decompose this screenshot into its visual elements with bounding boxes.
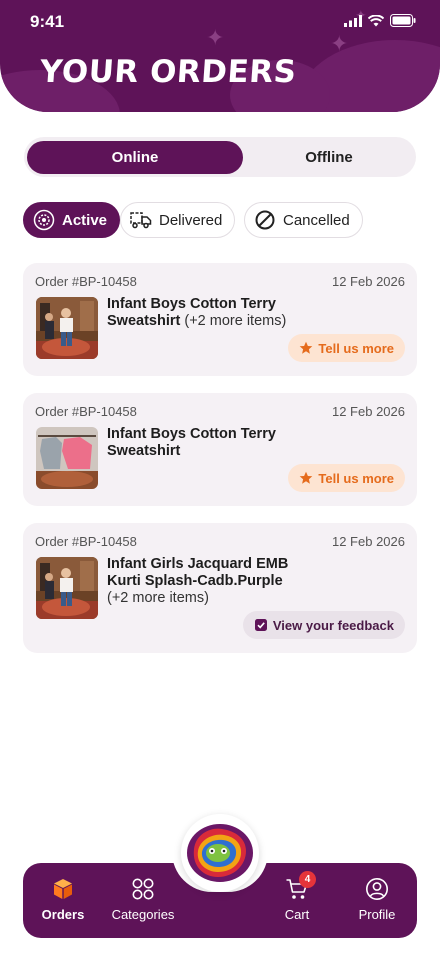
wifi-icon: [368, 14, 384, 26]
tell-us-more-label: Tell us more: [318, 470, 394, 486]
check-square-icon: [254, 619, 267, 631]
nav-categories[interactable]: Categories: [103, 877, 183, 922]
filter-delivered[interactable]: Delivered: [120, 202, 236, 238]
filter-cancelled-label: Cancelled: [283, 211, 350, 229]
toggle-offline[interactable]: Offline: [244, 141, 414, 174]
order-date: 12 Feb 2026: [331, 404, 405, 419]
filter-delivered-label: Delivered: [159, 211, 223, 229]
header-banner: ✦ ✦ ✦ 9:41 YOUR ORDERS: [0, 0, 440, 112]
channel-toggle: Online Offline: [24, 137, 416, 177]
battery-icon: [390, 14, 416, 27]
order-number: Order #BP-10458: [35, 534, 137, 549]
filter-active[interactable]: Active: [23, 202, 121, 238]
order-card[interactable]: Order #BP-10458 12 Feb 2026 Infant Girls…: [23, 523, 417, 653]
order-card[interactable]: Order #BP-10458 12 Feb 2026 Infant Boys …: [23, 263, 417, 376]
product-name: Infant Girls Jacquard EMB Kurti Splash-C…: [107, 556, 289, 589]
product-name: Infant Boys Cotton Terry Sweatshirt: [107, 426, 276, 459]
view-feedback-button[interactable]: View your feedback: [242, 611, 405, 639]
star-icon: [300, 471, 313, 484]
product-title: Infant Boys Cotton Terry Sweatshirt: [107, 426, 317, 460]
more-items: (+2 more items): [107, 590, 209, 606]
nav-cart-label: Cart: [284, 907, 310, 922]
order-card[interactable]: Order #BP-10458 12 Feb 2026 Infant Boys …: [23, 393, 417, 506]
filter-active-label: Active: [62, 211, 108, 229]
order-number: Order #BP-10458: [35, 404, 137, 419]
brand-logo: [187, 824, 253, 882]
order-number: Order #BP-10458: [35, 274, 137, 289]
delivery-truck-icon: [130, 212, 152, 229]
nav-orders[interactable]: Orders: [23, 877, 103, 922]
brand-logo-button[interactable]: [181, 814, 259, 892]
order-date: 12 Feb 2026: [331, 274, 405, 289]
nav-profile[interactable]: Profile: [337, 877, 417, 922]
active-gear-icon: [33, 209, 55, 231]
product-thumbnail: [36, 557, 98, 619]
toggle-online[interactable]: Online: [27, 141, 243, 174]
cart-count-badge: 4: [299, 871, 316, 888]
grid-icon: [132, 878, 154, 900]
nav-cart[interactable]: 4 Cart: [257, 871, 337, 922]
product-title: Infant Boys Cotton Terry Sweatshirt (+2 …: [107, 296, 317, 330]
star-icon: [300, 341, 313, 354]
tell-us-more-button[interactable]: Tell us more: [288, 464, 405, 492]
box-icon: [54, 879, 72, 899]
product-thumbnail: [36, 297, 98, 359]
order-date: 12 Feb 2026: [331, 534, 405, 549]
product-title: Infant Girls Jacquard EMB Kurti Splash-C…: [107, 556, 317, 607]
profile-icon: [366, 878, 388, 900]
tell-us-more-label: Tell us more: [318, 340, 394, 356]
nav-categories-label: Categories: [111, 907, 175, 922]
view-feedback-label: View your feedback: [272, 617, 394, 633]
nav-orders-label: Orders: [41, 907, 85, 922]
more-items: (+2 more items): [184, 313, 287, 329]
filter-cancelled[interactable]: Cancelled: [244, 202, 363, 238]
signal-icon: [344, 14, 362, 27]
status-time: 9:41: [30, 12, 65, 31]
tell-us-more-button[interactable]: Tell us more: [288, 334, 405, 362]
status-bar: 9:41: [0, 0, 440, 44]
product-thumbnail: [36, 427, 98, 489]
nav-profile-label: Profile: [358, 907, 396, 922]
cancelled-circle-icon: [255, 210, 275, 230]
page-title: YOUR ORDERS: [38, 54, 298, 90]
